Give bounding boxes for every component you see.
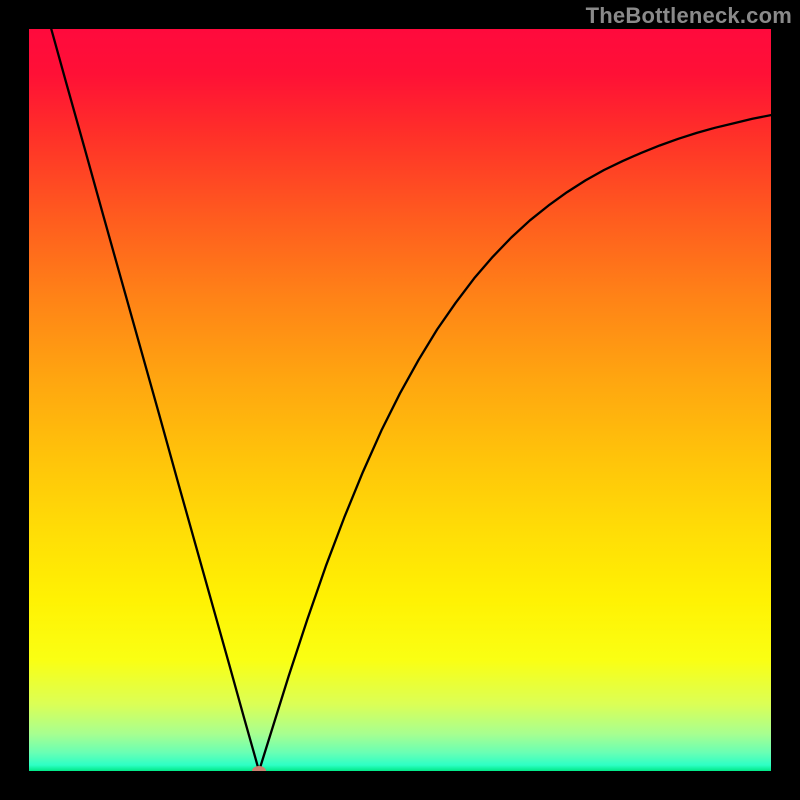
gradient-bg	[29, 29, 771, 771]
watermark-label: TheBottleneck.com	[586, 3, 792, 29]
plot-area	[29, 29, 771, 771]
chart-stage: TheBottleneck.com	[0, 0, 800, 800]
chart-svg	[29, 29, 771, 771]
